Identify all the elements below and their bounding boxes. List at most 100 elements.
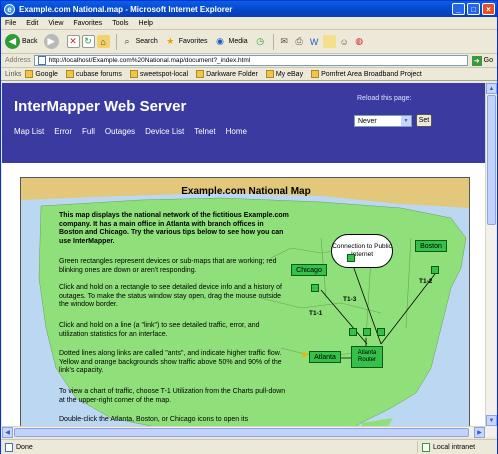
- mail-icon[interactable]: ✉: [278, 35, 291, 48]
- atlanta-router-node[interactable]: Atlanta Router: [351, 346, 383, 368]
- link-label: Darkware Folder: [206, 70, 258, 78]
- links-bar: Links Google cubase forums sweetspot-loc…: [1, 68, 497, 81]
- bookmark-icon: [129, 70, 138, 78]
- bookmark-icon: [311, 70, 320, 78]
- link-label-t1-2[interactable]: T1-2: [419, 278, 432, 285]
- star-icon: ★: [300, 350, 309, 361]
- address-input[interactable]: http://localhost/Example.com%20National.…: [33, 55, 468, 66]
- status-text: Done: [16, 443, 33, 451]
- map-tip: Green rectangles represent devices or su…: [59, 258, 277, 274]
- menu-favorites[interactable]: Favorites: [73, 20, 102, 27]
- title-bar: e Example.com National.map - Microsoft I…: [1, 1, 497, 17]
- toolbar-separator: [115, 33, 117, 50]
- scroll-down-icon[interactable]: ▼: [486, 415, 497, 426]
- link-label-t1-3[interactable]: T1-3: [343, 296, 356, 303]
- reload-select[interactable]: Never ▼: [354, 115, 412, 127]
- menu-tools[interactable]: Tools: [112, 20, 128, 27]
- link-cubase[interactable]: cubase forums: [65, 70, 122, 78]
- nav-home[interactable]: Home: [226, 127, 247, 136]
- go-arrow-icon: ➜: [471, 55, 482, 66]
- close-icon[interactable]: ×: [482, 3, 495, 15]
- scroll-right-icon[interactable]: ▶: [474, 427, 485, 438]
- discuss-icon[interactable]: [322, 35, 336, 48]
- scroll-up-icon[interactable]: ▲: [486, 83, 497, 94]
- link-sweetspot[interactable]: sweetspot-local: [129, 70, 188, 78]
- page-icon: [5, 442, 13, 452]
- messenger-icon[interactable]: ☺: [338, 35, 351, 48]
- network-map[interactable]: Example.com National Map This map displa…: [20, 177, 470, 437]
- nav-telnet[interactable]: Telnet: [194, 127, 215, 136]
- map-tip: Click and hold on a line (a "link") to s…: [59, 322, 260, 338]
- menu-bar: File Edit View Favorites Tools Help: [1, 17, 497, 30]
- history-icon[interactable]: ◷: [254, 35, 267, 48]
- nav-error[interactable]: Error: [54, 127, 72, 136]
- map-title: Example.com National Map: [181, 186, 311, 197]
- link-label-t1-1[interactable]: T1-1: [309, 310, 322, 317]
- media-label: Media: [228, 38, 248, 45]
- chicago-node[interactable]: Chicago: [291, 264, 327, 276]
- chevron-down-icon: ▼: [401, 116, 411, 126]
- link-google[interactable]: Google: [25, 70, 58, 78]
- device-node[interactable]: [349, 328, 357, 336]
- stop-icon[interactable]: ✕: [66, 35, 80, 48]
- toolbar-separator: [272, 33, 274, 50]
- home-icon[interactable]: ⌂: [96, 35, 110, 48]
- scroll-thumb[interactable]: [487, 95, 496, 225]
- device-node[interactable]: [311, 284, 319, 292]
- media-button[interactable]: ◉ Media: [214, 35, 248, 48]
- forward-button[interactable]: ▶: [43, 34, 61, 49]
- scroll-left-icon[interactable]: ◀: [2, 427, 13, 438]
- internet-cloud[interactable]: Connection to Public Internet: [331, 234, 393, 268]
- menu-edit[interactable]: Edit: [26, 20, 38, 27]
- link-label: My eBay: [275, 70, 304, 78]
- link-ebay[interactable]: My eBay: [265, 70, 304, 78]
- horizontal-scrollbar[interactable]: ◀ ▶: [2, 426, 486, 438]
- menu-help[interactable]: Help: [139, 20, 153, 27]
- nav-map-list[interactable]: Map List: [14, 127, 44, 136]
- set-button[interactable]: Set: [416, 114, 432, 127]
- search-button[interactable]: ⌕ Search: [121, 35, 158, 48]
- nav-device-list[interactable]: Device List: [145, 127, 184, 136]
- ie-logo-icon: e: [4, 3, 15, 15]
- print-icon[interactable]: ⎙: [293, 35, 306, 48]
- back-button[interactable]: ◀ Back: [5, 34, 38, 49]
- device-node[interactable]: [363, 328, 371, 336]
- favorites-button[interactable]: ★ Favorites: [164, 35, 207, 48]
- minimize-icon[interactable]: _: [452, 3, 465, 15]
- vertical-scrollbar[interactable]: ▲ ▼: [485, 83, 497, 437]
- search-label: Search: [135, 38, 158, 45]
- link-label: Google: [35, 70, 58, 78]
- research-icon[interactable]: ◍: [353, 35, 366, 48]
- map-tip: To view a chart of traffic, choose T-1 U…: [59, 388, 286, 404]
- address-label: Address: [5, 57, 31, 64]
- nav-bar: Map List Error Full Outages Device List …: [14, 127, 257, 136]
- nav-outages[interactable]: Outages: [105, 127, 135, 136]
- link-pomfret[interactable]: Pomfret Area Broadband Project: [311, 70, 422, 78]
- link-label: cubase forums: [75, 70, 122, 78]
- go-button[interactable]: ➜ Go: [471, 55, 493, 66]
- address-url: http://localhost/Example.com%20National.…: [48, 57, 251, 64]
- reload-value: Never: [358, 117, 377, 125]
- scroll-thumb[interactable]: [14, 428, 469, 437]
- nav-full[interactable]: Full: [82, 127, 95, 136]
- bookmark-icon: [65, 70, 74, 78]
- menu-file[interactable]: File: [5, 20, 16, 27]
- folder-icon: [196, 70, 205, 78]
- device-node[interactable]: [377, 328, 385, 336]
- zone-text: Local intranet: [433, 443, 476, 451]
- menu-view[interactable]: View: [48, 20, 63, 27]
- edit-icon[interactable]: W: [308, 35, 321, 48]
- go-label: Go: [483, 57, 493, 64]
- refresh-icon[interactable]: ↻: [81, 35, 95, 48]
- page-viewport: InterMapper Web Server Map List Error Fu…: [2, 83, 486, 437]
- maximize-icon[interactable]: □: [467, 3, 480, 15]
- device-node[interactable]: [431, 266, 439, 274]
- status-bar: Done Local intranet: [1, 439, 497, 454]
- forward-arrow-icon: ▶: [43, 34, 59, 49]
- boston-node[interactable]: Boston: [415, 240, 447, 252]
- address-bar: Address http://localhost/Example.com%20N…: [1, 54, 497, 68]
- link-darkware[interactable]: Darkware Folder: [196, 70, 258, 78]
- atlanta-node[interactable]: Atlanta: [309, 351, 341, 363]
- device-node[interactable]: [347, 254, 355, 262]
- bookmark-icon: [265, 70, 274, 78]
